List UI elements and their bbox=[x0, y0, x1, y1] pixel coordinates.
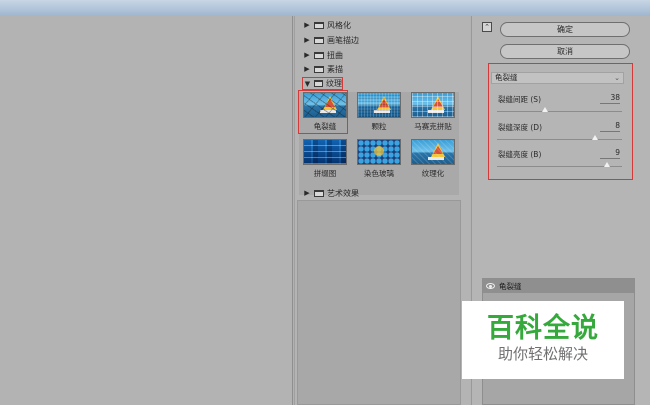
slider-handle[interactable] bbox=[604, 162, 610, 167]
preview-canvas[interactable] bbox=[0, 16, 293, 405]
texturizer-preview-image bbox=[411, 139, 455, 165]
crack-depth-slider[interactable] bbox=[497, 135, 622, 140]
expand-arrow-icon: ▶ bbox=[304, 21, 310, 29]
folder-sketch[interactable]: ▶ 素描 bbox=[303, 63, 343, 75]
folder-brush-strokes[interactable]: ▶ 画笔描边 bbox=[303, 34, 359, 46]
filter-thumb-label: 颗粒 bbox=[371, 122, 387, 131]
filter-thumb-patchwork[interactable]: 拼缀图 bbox=[301, 139, 349, 179]
collapse-arrow-icon: ▼ bbox=[304, 79, 311, 88]
grain-preview-image bbox=[357, 92, 401, 118]
crack-depth-label: 裂缝深度 (D) bbox=[498, 123, 543, 132]
expand-arrow-icon: ▶ bbox=[304, 189, 310, 197]
crack-brightness-label: 裂缝亮度 (B) bbox=[498, 150, 542, 159]
folder-texture[interactable]: ▼ 纹理 bbox=[302, 77, 343, 90]
crack-depth-input[interactable]: 8 bbox=[600, 121, 620, 132]
folder-label: 扭曲 bbox=[327, 50, 343, 60]
folder-icon bbox=[314, 36, 324, 44]
filter-thumb-stained-glass[interactable]: 染色玻璃 bbox=[355, 139, 403, 179]
ok-button[interactable]: 确定 bbox=[500, 22, 630, 37]
slider-handle[interactable] bbox=[542, 107, 548, 112]
filter-thumb-grain[interactable]: 颗粒 bbox=[355, 92, 403, 132]
effect-layer-label: 龟裂缝 bbox=[499, 281, 522, 291]
folder-icon bbox=[314, 21, 324, 29]
cancel-button[interactable]: 取消 bbox=[500, 44, 630, 59]
filter-thumb-label: 染色玻璃 bbox=[364, 169, 394, 178]
filter-select[interactable]: 龟裂缝 ⌄ bbox=[491, 72, 624, 84]
folder-distort[interactable]: ▶ 扭曲 bbox=[303, 49, 343, 61]
filter-thumb-mosaic-tiles[interactable]: 马赛克拼贴 bbox=[409, 92, 457, 132]
folder-icon bbox=[314, 189, 324, 197]
filter-select-value: 龟裂缝 bbox=[495, 73, 518, 82]
folder-label: 风格化 bbox=[327, 20, 351, 30]
crack-spacing-input[interactable]: 38 bbox=[600, 93, 620, 104]
filter-thumb-label: 纹理化 bbox=[421, 169, 445, 178]
chevron-down-icon: ⌄ bbox=[614, 74, 620, 82]
folder-open-icon bbox=[314, 80, 323, 87]
selected-filter-highlight bbox=[298, 90, 348, 134]
crack-spacing-slider[interactable] bbox=[497, 107, 622, 112]
slider-handle[interactable] bbox=[592, 135, 598, 140]
filter-thumb-label: 拼缀图 bbox=[313, 169, 337, 178]
folder-label: 艺术效果 bbox=[327, 188, 359, 198]
expand-arrow-icon: ▶ bbox=[304, 51, 310, 59]
crack-brightness-input[interactable]: 9 bbox=[600, 148, 620, 159]
folder-artistic[interactable]: ▶ 艺术效果 bbox=[303, 187, 359, 199]
crack-spacing-label: 裂缝间距 (S) bbox=[498, 95, 541, 104]
window-title-strip bbox=[0, 0, 650, 16]
expand-arrow-icon: ▶ bbox=[304, 65, 310, 73]
collapse-gallery-icon[interactable]: ⌃ bbox=[482, 22, 492, 32]
watermark-subtitle: 助你轻松解决 bbox=[497, 345, 588, 363]
filter-thumb-label: 马赛克拼贴 bbox=[414, 122, 452, 131]
folder-stylize[interactable]: ▶ 风格化 bbox=[303, 19, 351, 31]
gallery-empty-area bbox=[297, 200, 461, 405]
folder-label: 画笔描边 bbox=[327, 35, 359, 45]
folder-label: 素描 bbox=[327, 64, 343, 74]
eye-visibility-icon[interactable] bbox=[486, 283, 495, 289]
filter-thumb-texturizer[interactable]: 纹理化 bbox=[409, 139, 457, 179]
watermark-title: 百科全说 bbox=[487, 313, 599, 344]
effect-layer-row[interactable]: 龟裂缝 bbox=[483, 279, 634, 293]
folder-label: 纹理 bbox=[326, 79, 342, 88]
stained-glass-preview-image bbox=[357, 139, 401, 165]
folder-icon bbox=[314, 65, 324, 73]
patchwork-preview-image bbox=[303, 139, 347, 165]
crack-brightness-slider[interactable] bbox=[497, 162, 622, 167]
mosaic-tiles-preview-image bbox=[411, 92, 455, 118]
expand-arrow-icon: ▶ bbox=[304, 36, 310, 44]
watermark-logo: 百科全说 助你轻松解决 bbox=[462, 301, 624, 379]
folder-icon bbox=[314, 51, 324, 59]
